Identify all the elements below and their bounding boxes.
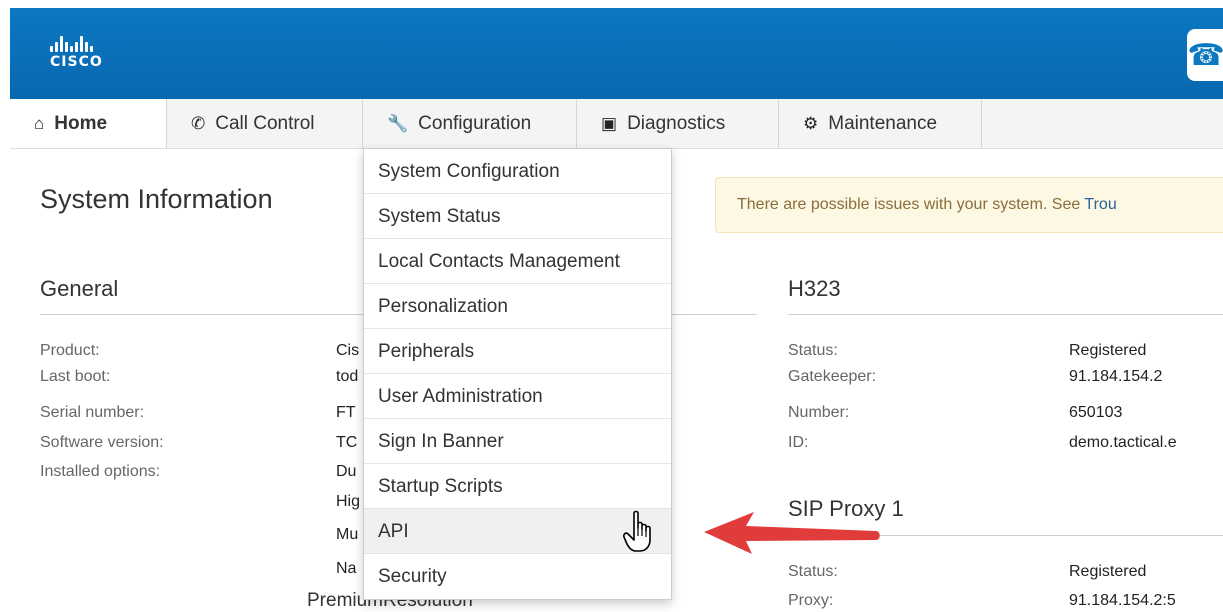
serial-number-label: Serial number: <box>40 404 145 421</box>
logo-bars-icon <box>50 36 103 52</box>
h323-status-label: Status: <box>788 342 838 359</box>
menu-item-security[interactable]: Security <box>364 554 671 599</box>
serial-number-value: FT <box>336 404 356 421</box>
product-value: Cis <box>336 342 360 359</box>
phone-icon: ✆ <box>191 113 206 133</box>
tab-call-control[interactable]: ✆ Call Control <box>167 99 363 148</box>
tab-diagnostics[interactable]: ▣ Diagnostics <box>577 99 779 148</box>
gear-icon: ⚙ <box>803 113 819 133</box>
tab-maintenance-label: Maintenance <box>828 112 938 134</box>
sip-proxy-label: Proxy: <box>788 592 834 609</box>
page-title: System Information <box>40 184 273 214</box>
main-navbar: ⌂ Home ✆ Call Control 🔧 Configuration ▣ … <box>10 99 1223 149</box>
menu-item-user-administration[interactable]: User Administration <box>364 374 671 419</box>
menu-item-system-configuration[interactable]: System Configuration <box>364 149 671 194</box>
logo-text: CISCO <box>50 54 103 70</box>
phone-icon[interactable]: ☎ <box>1187 29 1223 81</box>
hand-cursor-icon <box>623 510 651 552</box>
sip-proxy-value: 91.184.154.2:5 <box>1069 592 1176 609</box>
menu-item-local-contacts-management[interactable]: Local Contacts Management <box>364 239 671 284</box>
sip-status-label: Status: <box>788 563 838 580</box>
sip-status-value: Registered <box>1069 563 1147 580</box>
tab-configuration-label: Configuration <box>418 112 532 134</box>
installed-option-3: Mu <box>336 526 359 543</box>
h323-gatekeeper-label: Gatekeeper: <box>788 368 877 385</box>
software-version-label: Software version: <box>40 434 164 451</box>
wrench-icon: 🔧 <box>387 113 409 133</box>
product-label: Product: <box>40 342 100 359</box>
installed-option-2: Hig <box>336 493 361 510</box>
h323-number-label: Number: <box>788 404 850 421</box>
h323-id-value: demo.tactical.e <box>1069 434 1177 451</box>
tab-home[interactable]: ⌂ Home <box>10 99 167 148</box>
troubleshooting-link[interactable]: Trou <box>1084 196 1116 213</box>
h323-divider <box>788 314 1223 315</box>
alert-text: There are possible issues with your syst… <box>737 196 1085 213</box>
menu-item-startup-scripts[interactable]: Startup Scripts <box>364 464 671 509</box>
cisco-logo: CISCO <box>50 36 103 70</box>
installed-option-1: Du <box>336 463 357 480</box>
installed-options-label: Installed options: <box>40 463 161 480</box>
tab-configuration[interactable]: 🔧 Configuration <box>363 99 577 148</box>
general-section-title: General <box>40 276 119 301</box>
h323-id-label: ID: <box>788 434 809 451</box>
h323-number-value: 650103 <box>1069 404 1123 421</box>
last-boot-value: tod <box>336 368 359 385</box>
h323-section-title: H323 <box>788 276 841 301</box>
tab-home-label: Home <box>54 112 108 134</box>
menu-item-personalization[interactable]: Personalization <box>364 284 671 329</box>
tab-maintenance[interactable]: ⚙ Maintenance <box>779 99 982 148</box>
tab-call-control-label: Call Control <box>215 112 315 134</box>
h323-status-value: Registered <box>1069 342 1147 359</box>
app-header: CISCO ☎ <box>10 8 1223 99</box>
last-boot-label: Last boot: <box>40 368 111 385</box>
medkit-icon: ▣ <box>601 113 618 133</box>
home-icon: ⌂ <box>34 113 45 133</box>
software-version-value: TC <box>336 434 358 451</box>
installed-option-4: Na <box>336 560 357 577</box>
red-arrow-annotation <box>704 512 880 554</box>
system-issues-alert: There are possible issues with your syst… <box>715 177 1223 233</box>
h323-gatekeeper-value: 91.184.154.2 <box>1069 368 1163 385</box>
menu-item-sign-in-banner[interactable]: Sign In Banner <box>364 419 671 464</box>
menu-item-system-status[interactable]: System Status <box>364 194 671 239</box>
menu-item-peripherals[interactable]: Peripherals <box>364 329 671 374</box>
tab-diagnostics-label: Diagnostics <box>627 112 726 134</box>
